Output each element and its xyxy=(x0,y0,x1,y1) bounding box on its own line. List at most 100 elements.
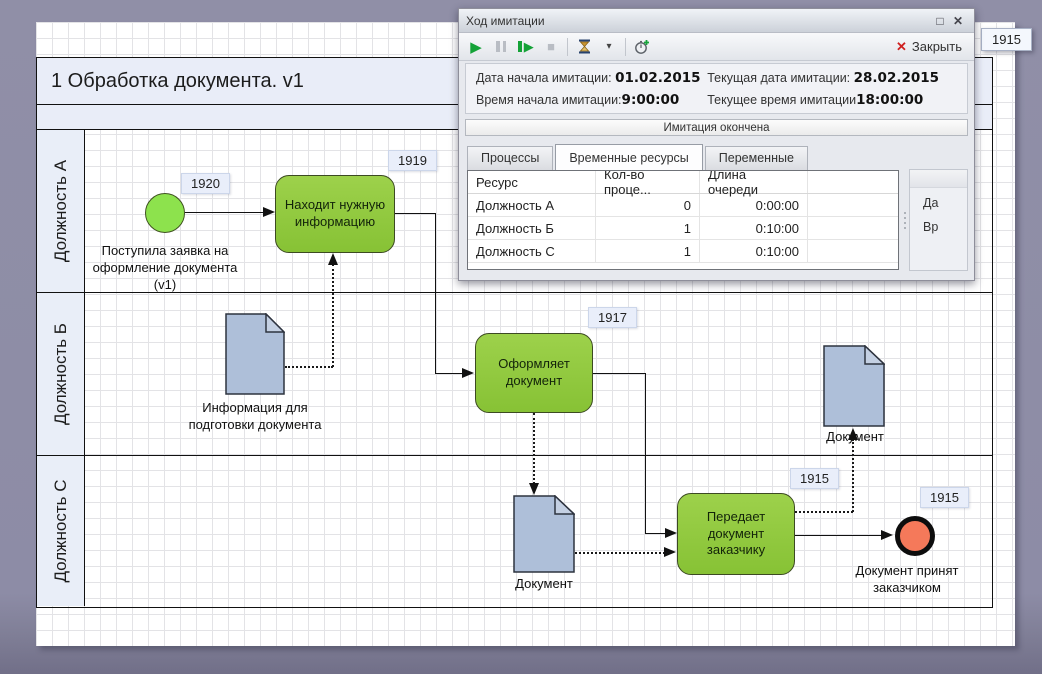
lane-a-label-cell[interactable]: Должность А xyxy=(37,130,85,292)
task-deliver-document-label: Передает документ заказчику xyxy=(682,509,790,560)
floating-badge: 1915 xyxy=(981,28,1032,51)
toolbar-separator xyxy=(567,38,568,56)
assoc-task3-to-doc3-seg1 xyxy=(795,511,853,513)
header-process-count[interactable]: Кол-во проце... xyxy=(596,171,700,193)
simulation-dialog: Ход имитации □ ✕ ▶ ▶ ■ ▾ xyxy=(458,8,975,281)
assoc-doc1-to-task1-seg1 xyxy=(285,366,333,368)
lane-b-label: Должность Б xyxy=(51,323,71,425)
dialog-titlebar[interactable]: Ход имитации □ ✕ xyxy=(459,9,974,33)
end-event-badge: 1915 xyxy=(920,487,969,508)
cell-queue: 0:10:00 xyxy=(700,217,808,239)
task-deliver-document-badge: 1915 xyxy=(790,468,839,489)
start-date-row: Дата начала имитации: 01.02.2015 xyxy=(476,70,707,87)
start-date-value: 01.02.2015 xyxy=(615,70,700,86)
task-deliver-document[interactable]: Передает документ заказчику xyxy=(677,493,795,575)
task-prepare-document[interactable]: Оформляет документ xyxy=(475,333,593,413)
chart-options-header xyxy=(910,170,967,188)
desktop: { "colors": { "desktop_bg": "#8d8ca6", "… xyxy=(0,0,1042,674)
task-find-info-badge: 1919 xyxy=(388,150,437,171)
flow-task1-to-task2-seg3 xyxy=(435,373,463,374)
start-event[interactable] xyxy=(145,193,185,233)
header-resource[interactable]: Ресурс xyxy=(468,171,596,193)
current-time-label: Текущее время имитации xyxy=(707,93,856,107)
current-time-row: Текущее время имитации18:00:00 xyxy=(707,92,957,109)
tab-time-resources[interactable]: Временные ресурсы xyxy=(555,144,702,170)
process-title: 1 Обработка документа. v1 xyxy=(51,70,304,93)
header-queue-length[interactable]: Длина очереди xyxy=(700,171,808,193)
table-row[interactable]: Должность С 1 0:10:00 xyxy=(468,240,898,263)
hourglass-icon[interactable] xyxy=(575,37,593,57)
end-event[interactable] xyxy=(895,516,935,556)
cell-empty xyxy=(808,194,898,216)
start-time-row: Время начала имитации:9:00:00 xyxy=(476,92,707,109)
document-result-shape[interactable] xyxy=(513,495,575,578)
current-time-value: 18:00:00 xyxy=(856,92,923,108)
cell-queue: 0:00:00 xyxy=(700,194,808,216)
document-result-label: Документ xyxy=(482,576,606,593)
assoc-doc1-to-task1-arrowhead xyxy=(328,253,338,265)
pause-icon[interactable] xyxy=(492,37,510,57)
dialog-tabs: Процессы Временные ресурсы Переменные xyxy=(467,143,810,170)
flow-start-to-task1 xyxy=(185,212,265,213)
side-panel-item[interactable]: Вр xyxy=(910,212,967,236)
cell-queue: 0:10:00 xyxy=(700,240,808,262)
simulation-info-panel: Дата начала имитации: 01.02.2015 Текущая… xyxy=(465,63,968,114)
lane-a-label: Должность А xyxy=(51,160,71,262)
assoc-doc2-to-task3 xyxy=(575,552,665,554)
assoc-task2-to-doc2-arrowhead xyxy=(529,483,539,495)
hourglass-dropdown-icon[interactable]: ▾ xyxy=(600,37,618,57)
close-icon[interactable]: ✕ xyxy=(949,13,967,29)
dialog-toolbar: ▶ ▶ ■ ▾ ✕ Закрыть xyxy=(459,33,974,61)
add-timer-icon[interactable] xyxy=(633,37,651,57)
cell-resource: Должность Б xyxy=(468,217,596,239)
end-event-label: Документ принят заказчиком xyxy=(822,563,992,597)
flow-task3-to-end-arrowhead xyxy=(881,530,893,540)
assoc-task3-to-doc3-seg2 xyxy=(852,439,854,512)
start-date-label: Дата начала имитации: xyxy=(476,71,612,85)
maximize-icon[interactable]: □ xyxy=(931,13,949,29)
cell-count: 0 xyxy=(596,194,700,216)
cell-empty xyxy=(808,217,898,239)
table-header-row[interactable]: Ресурс Кол-во проце... Длина очереди xyxy=(468,171,898,194)
table-row[interactable]: Должность А 0 0:00:00 xyxy=(468,194,898,217)
header-empty xyxy=(808,171,898,193)
tab-variables[interactable]: Переменные xyxy=(705,146,808,170)
task-find-info[interactable]: Находит нужную информацию xyxy=(275,175,395,253)
current-date-value: 28.02.2015 xyxy=(854,70,939,86)
table-row[interactable]: Должность Б 1 0:10:00 xyxy=(468,217,898,240)
flow-task3-to-end xyxy=(795,535,883,536)
lane-b-label-cell[interactable]: Должность Б xyxy=(37,293,85,455)
flow-start-to-task1-arrowhead xyxy=(263,207,275,217)
close-button[interactable]: ✕ Закрыть xyxy=(896,39,966,55)
flow-task2-to-task3-seg2 xyxy=(645,373,646,534)
flow-task1-to-task2-arrowhead xyxy=(462,368,474,378)
task-find-info-label: Находит нужную информацию xyxy=(280,197,390,231)
step-icon[interactable]: ▶ xyxy=(517,37,535,57)
document-info-shape[interactable] xyxy=(225,313,285,400)
panel-splitter[interactable] xyxy=(901,170,908,270)
flow-task1-to-task2-seg1 xyxy=(395,213,436,214)
start-time-value: 9:00:00 xyxy=(622,92,680,108)
play-icon[interactable]: ▶ xyxy=(467,37,485,57)
close-x-icon: ✕ xyxy=(896,39,907,55)
simulation-progress-bar: Имитация окончена xyxy=(465,119,968,136)
assoc-doc1-to-task1-seg2 xyxy=(332,264,334,367)
stop-icon[interactable]: ■ xyxy=(542,37,560,57)
current-date-label: Текущая дата имитации: xyxy=(707,71,850,85)
flow-task1-to-task2-seg2 xyxy=(435,213,436,374)
cell-resource: Должность А xyxy=(468,194,596,216)
toolbar-separator-2 xyxy=(625,38,626,56)
tab-processes[interactable]: Процессы xyxy=(467,146,553,170)
document-final-shape[interactable] xyxy=(823,345,885,432)
cell-count: 1 xyxy=(596,240,700,262)
task-prepare-document-badge: 1917 xyxy=(588,307,637,328)
simulation-progress-text: Имитация окончена xyxy=(664,122,770,134)
cell-count: 1 xyxy=(596,217,700,239)
side-panel-item[interactable]: Да xyxy=(910,188,967,212)
flow-task2-to-task3-seg3 xyxy=(645,533,666,534)
document-info-label: Информация для подготовки документа xyxy=(185,400,325,434)
chart-options-panel: Да Вр xyxy=(909,169,968,271)
lane-c-label: Должность С xyxy=(51,479,71,582)
lane-c-label-cell[interactable]: Должность С xyxy=(37,456,85,606)
cell-empty xyxy=(808,240,898,262)
